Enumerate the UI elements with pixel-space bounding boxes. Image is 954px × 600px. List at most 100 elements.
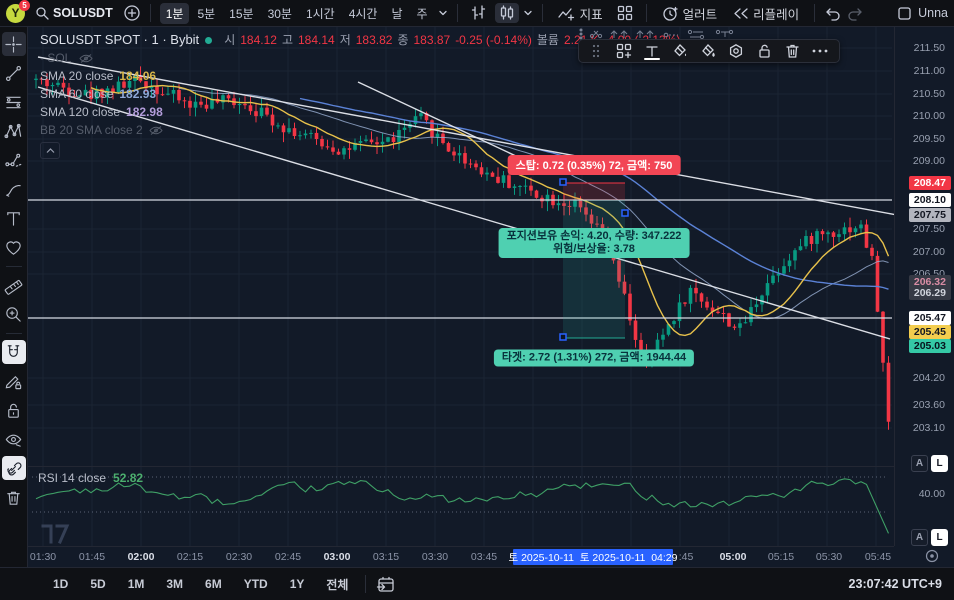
rsi-name: RSI 14 close	[38, 471, 107, 485]
candle-style-icon	[500, 5, 513, 20]
stroke-color-button[interactable]	[697, 41, 719, 61]
timeframe-1시간[interactable]: 1시간	[300, 3, 341, 24]
indicator-row[interactable]: SMA 20 close 184.06	[40, 67, 680, 85]
time-tick: 02:30	[225, 551, 253, 563]
toolbar-drag-handle[interactable]	[585, 41, 607, 61]
alert-button[interactable]: 얼러트	[656, 2, 724, 25]
clock-utc[interactable]: 23:07:42 UTC+9	[849, 577, 942, 591]
lock-all-tool[interactable]	[2, 398, 26, 422]
top-toolbar: Y 5 SOLUSDT 1분 5분 15분 30분 1시간 4시간 날 주 지표…	[0, 0, 954, 27]
goto-date-icon[interactable]	[376, 576, 396, 593]
abc-icons	[636, 29, 654, 38]
pattern-xabcd-tool[interactable]	[2, 119, 26, 143]
change-value: -0.25 (-0.14%)	[455, 33, 532, 47]
chevron-down-icon[interactable]	[438, 8, 448, 18]
rsi-tick: 40.00	[918, 488, 945, 500]
text-style-button[interactable]	[641, 41, 663, 61]
range-1Y[interactable]: 1Y	[283, 574, 312, 594]
timeframe-날[interactable]: 날	[385, 3, 408, 24]
text-tool[interactable]	[2, 206, 26, 230]
range-1D[interactable]: 1D	[46, 574, 75, 594]
open-value: 184.12	[240, 33, 277, 47]
more-options-button[interactable]	[809, 41, 831, 61]
price-badge-navy: 206.29	[908, 286, 951, 300]
replay-button[interactable]: 리플레이	[727, 2, 805, 25]
remove-drawings-tool[interactable]	[2, 485, 26, 509]
time-axis[interactable]: 01:30 01:45 02:00 02:15 02:30 02:45 03:00 03:15…	[28, 546, 894, 567]
timeframe-30분[interactable]: 30분	[262, 3, 298, 24]
range-1M[interactable]: 1M	[121, 574, 152, 594]
tradingview-watermark[interactable]	[40, 520, 70, 546]
chart-style-candles-button[interactable]	[494, 3, 519, 23]
range-6M[interactable]: 6M	[198, 574, 229, 594]
price-axis[interactable]: 211.50 211.00 210.50 210.00 209.50 209.00 207.…	[894, 27, 954, 546]
sync-drawings-tool[interactable]	[1, 456, 26, 480]
symbol-search-button[interactable]: SOLUSDT	[29, 4, 119, 22]
zoom-in-tool[interactable]	[2, 302, 26, 326]
timeframe-4시간[interactable]: 4시간	[343, 3, 384, 24]
magnet-tool[interactable]	[1, 340, 26, 364]
settings-button[interactable]	[725, 41, 747, 61]
forecast-tool[interactable]	[2, 148, 26, 172]
auto-scale-button[interactable]: A	[911, 455, 928, 472]
hide-all-tool[interactable]	[2, 427, 26, 451]
toolbar-divider	[456, 4, 458, 22]
layout-grid-button[interactable]	[613, 3, 637, 23]
undo-icon[interactable]	[824, 6, 842, 21]
range-5D[interactable]: 5D	[83, 574, 112, 594]
indicator-name: SMA 20 close	[40, 69, 114, 83]
auto-scale-button[interactable]: A	[911, 529, 928, 546]
stop-loss-label[interactable]: 스탑: 0.72 (0.35%) 72, 금액: 750	[507, 155, 681, 175]
unlock-button[interactable]	[753, 41, 775, 61]
price-badge-white: 208.10	[908, 193, 951, 207]
rsi-legend[interactable]: RSI 14 close 52.82	[38, 471, 143, 485]
sidebar-divider	[5, 266, 22, 267]
fib-tool[interactable]	[2, 90, 26, 114]
indicator-row[interactable]: SMA 120 close 182.98	[40, 103, 680, 121]
legend-collapse-button[interactable]	[40, 142, 60, 159]
range-3M[interactable]: 3M	[159, 574, 190, 594]
take-profit-label[interactable]: 타겟: 2.72 (1.31%) 272, 금액: 1944.44	[493, 349, 695, 367]
time-tick: 01:30	[29, 551, 57, 563]
chevron-down-icon[interactable]	[523, 8, 533, 18]
delete-button[interactable]	[781, 41, 803, 61]
measure-tool[interactable]	[2, 273, 26, 297]
layout-save-icon[interactable]	[897, 6, 912, 21]
position-info-label[interactable]: 포지션보유 손익: 4.20, 수량: 347.222 위험/보상율: 3.78	[498, 228, 690, 258]
range-전체[interactable]: 전체	[319, 573, 355, 596]
timeframe-주[interactable]: 주	[411, 3, 434, 24]
emoji-tool[interactable]	[2, 235, 26, 259]
add-symbol-icon[interactable]	[123, 4, 141, 22]
log-scale-button[interactable]: L	[931, 455, 948, 472]
fill-color-button[interactable]	[669, 41, 691, 61]
log-scale-button[interactable]: L	[931, 529, 948, 546]
chart-style-bars-button[interactable]	[467, 3, 491, 23]
timeframe-5분[interactable]: 5분	[191, 3, 221, 24]
indicator-value: 184.06	[119, 69, 157, 83]
user-avatar[interactable]: Y 5	[6, 0, 30, 23]
indicator-row[interactable]: SMA 60 close 182.93	[40, 85, 680, 103]
timezone-settings-icon[interactable]	[925, 549, 939, 563]
eye-off-icon[interactable]	[149, 125, 163, 136]
alert-clock-icon	[662, 6, 678, 21]
price-tick: 210.50	[912, 88, 945, 100]
pane-separator[interactable]	[28, 466, 894, 467]
trendline-tool[interactable]	[2, 61, 26, 85]
timeframe-1분[interactable]: 1분	[159, 2, 190, 24]
layout-name[interactable]: Unna	[918, 6, 948, 20]
search-icon	[36, 7, 49, 20]
indicator-row[interactable]: BB 20 SMA close 2	[40, 121, 680, 139]
grid-layout-icon	[617, 5, 632, 21]
drawing-mode-lock-tool[interactable]	[2, 369, 26, 393]
timeframe-15분[interactable]: 15분	[223, 3, 259, 24]
template-button[interactable]	[613, 41, 635, 61]
brush-tool[interactable]	[2, 177, 26, 201]
selected-date-range-badge[interactable]: 토 2025-10-11 토 2025-10-11 04:29	[509, 549, 677, 565]
range-YTD[interactable]: YTD	[237, 574, 275, 594]
eye-off-icon[interactable]	[79, 53, 93, 64]
indicators-button[interactable]: 지표	[552, 2, 609, 25]
time-tick: 05:30	[815, 551, 843, 563]
alert-label: 얼러트	[682, 7, 718, 22]
redo-icon[interactable]	[846, 6, 864, 21]
crosshair-tool[interactable]	[1, 32, 26, 56]
